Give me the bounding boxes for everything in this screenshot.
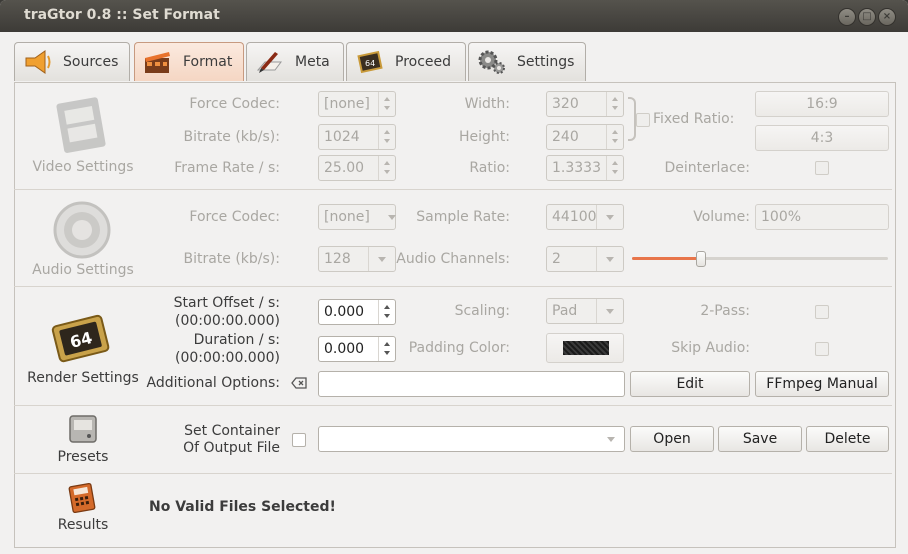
additional-options-input[interactable] (318, 371, 625, 397)
results-label: Results (57, 517, 109, 533)
video-film-icon (52, 94, 112, 160)
edit-button[interactable]: Edit (630, 371, 750, 397)
tab-format-label: Format (183, 54, 233, 70)
padding-color-button (546, 333, 624, 363)
cpu-chip-icon: 64 (355, 48, 385, 76)
video-bitrate-label: Bitrate (kb/s): (183, 129, 280, 145)
sample-rate-combo: 44100 (546, 204, 624, 230)
ffmpeg-manual-button[interactable]: FFmpeg Manual (755, 371, 889, 397)
open-preset-button[interactable]: Open (630, 426, 714, 452)
render-cpu-icon: 64 (48, 312, 118, 372)
tab-sources-label: Sources (63, 54, 119, 70)
deinterlace-checkbox (815, 161, 829, 175)
additional-options-label: Additional Options: (146, 375, 280, 391)
volume-slider-fill (632, 257, 701, 260)
start-offset-spinner[interactable]: 0.000 (318, 299, 396, 325)
scaling-label: Scaling: (454, 303, 510, 319)
video-framerate-spinner: 25.00 (318, 155, 396, 181)
set-container-label-line2: Of Output File (183, 440, 280, 456)
tab-meta-label: Meta (295, 54, 330, 70)
start-offset-timecode: (00:00:00.000) (175, 313, 280, 329)
presets-drive-icon (66, 412, 100, 450)
speaker-icon (23, 48, 53, 76)
duration-spinner[interactable]: 0.000 (318, 336, 396, 362)
video-ratio-label: Ratio: (469, 160, 510, 176)
separator-video (14, 189, 892, 190)
delete-preset-button[interactable]: Delete (806, 426, 889, 452)
tab-sources[interactable]: Sources (14, 42, 130, 81)
app-window: traGtor 0.8 :: Set Format – □ × Sources … (0, 0, 908, 554)
title-bar[interactable]: traGtor 0.8 :: Set Format – □ × (0, 0, 908, 32)
audio-force-codec-label: Force Codec: (189, 209, 280, 225)
ratio-16-9-button: 16:9 (755, 91, 889, 117)
video-width-label: Width: (464, 96, 510, 112)
duration-timecode: (00:00:00.000) (175, 350, 280, 366)
tab-settings[interactable]: Settings (468, 42, 586, 81)
video-ratio-spinner: 1.3333 (546, 155, 624, 181)
audio-speaker-icon (50, 198, 114, 266)
video-force-codec-label: Force Codec: (189, 96, 280, 112)
gears-icon (477, 48, 507, 76)
sample-rate-label: Sample Rate: (416, 209, 510, 225)
video-framerate-label: Frame Rate / s: (174, 160, 280, 176)
video-force-codec-spinner: [none] (318, 91, 396, 117)
fixed-ratio-checkbox (636, 113, 650, 127)
ratio-4-3-button: 4:3 (755, 125, 889, 151)
set-container-checkbox[interactable] (292, 433, 306, 447)
ratio-link-bracket (628, 97, 636, 141)
separator-presets (14, 473, 892, 474)
video-height-spinner: 240 (546, 124, 624, 150)
audio-channels-label: Audio Channels: (396, 251, 510, 267)
video-bitrate-spinner: 1024 (318, 124, 396, 150)
tab-proceed-label: Proceed (395, 54, 452, 70)
tab-format[interactable]: Format (134, 42, 244, 81)
results-message: No Valid Files Selected! (149, 499, 336, 515)
close-window-icon[interactable]: × (878, 8, 896, 26)
maximize-window-icon[interactable]: □ (858, 8, 876, 26)
two-pass-label: 2-Pass: (700, 303, 750, 319)
skip-audio-label: Skip Audio: (671, 340, 750, 356)
tab-meta[interactable]: Meta (246, 42, 344, 81)
audio-force-codec-combo: [none] (318, 204, 396, 230)
volume-label: Volume: (693, 209, 750, 225)
audio-bitrate-label: Bitrate (kb/s): (183, 251, 280, 267)
separator-audio (14, 286, 892, 287)
volume-field: 100% (755, 204, 889, 230)
volume-slider[interactable] (632, 250, 888, 268)
presets-label: Presets (57, 449, 109, 465)
audio-bitrate-combo: 128 (318, 246, 396, 272)
separator-render (14, 405, 892, 406)
svg-text:64: 64 (365, 59, 375, 68)
start-offset-label: Start Offset / s: (173, 295, 280, 311)
window-title: traGtor 0.8 :: Set Format (24, 7, 220, 23)
video-height-label: Height: (459, 129, 510, 145)
tab-settings-label: Settings (517, 54, 575, 70)
volume-slider-handle[interactable] (696, 251, 706, 267)
padding-color-label: Padding Color: (408, 340, 510, 356)
video-width-spinner: 320 (546, 91, 624, 117)
padding-color-swatch (563, 341, 609, 355)
clear-options-icon[interactable] (291, 377, 307, 389)
duration-label: Duration / s: (193, 332, 280, 348)
save-preset-button[interactable]: Save (718, 426, 802, 452)
set-container-label-line1: Set Container (184, 423, 280, 439)
fixed-ratio-label: Fixed Ratio: (653, 111, 735, 127)
scaling-combo: Pad (546, 298, 624, 324)
preset-combo[interactable] (318, 426, 625, 452)
audio-channels-combo: 2 (546, 246, 624, 272)
video-settings-label: Video Settings (32, 159, 134, 175)
tab-proceed[interactable]: 64 Proceed (346, 42, 466, 81)
skip-audio-checkbox (815, 342, 829, 356)
results-calculator-icon (66, 482, 98, 518)
two-pass-checkbox (815, 305, 829, 319)
deinterlace-label: Deinterlace: (664, 160, 750, 176)
film-clapper-icon (143, 48, 173, 76)
minimize-window-icon[interactable]: – (838, 8, 856, 26)
pen-paper-icon (255, 48, 285, 76)
audio-settings-label: Audio Settings (32, 262, 134, 278)
